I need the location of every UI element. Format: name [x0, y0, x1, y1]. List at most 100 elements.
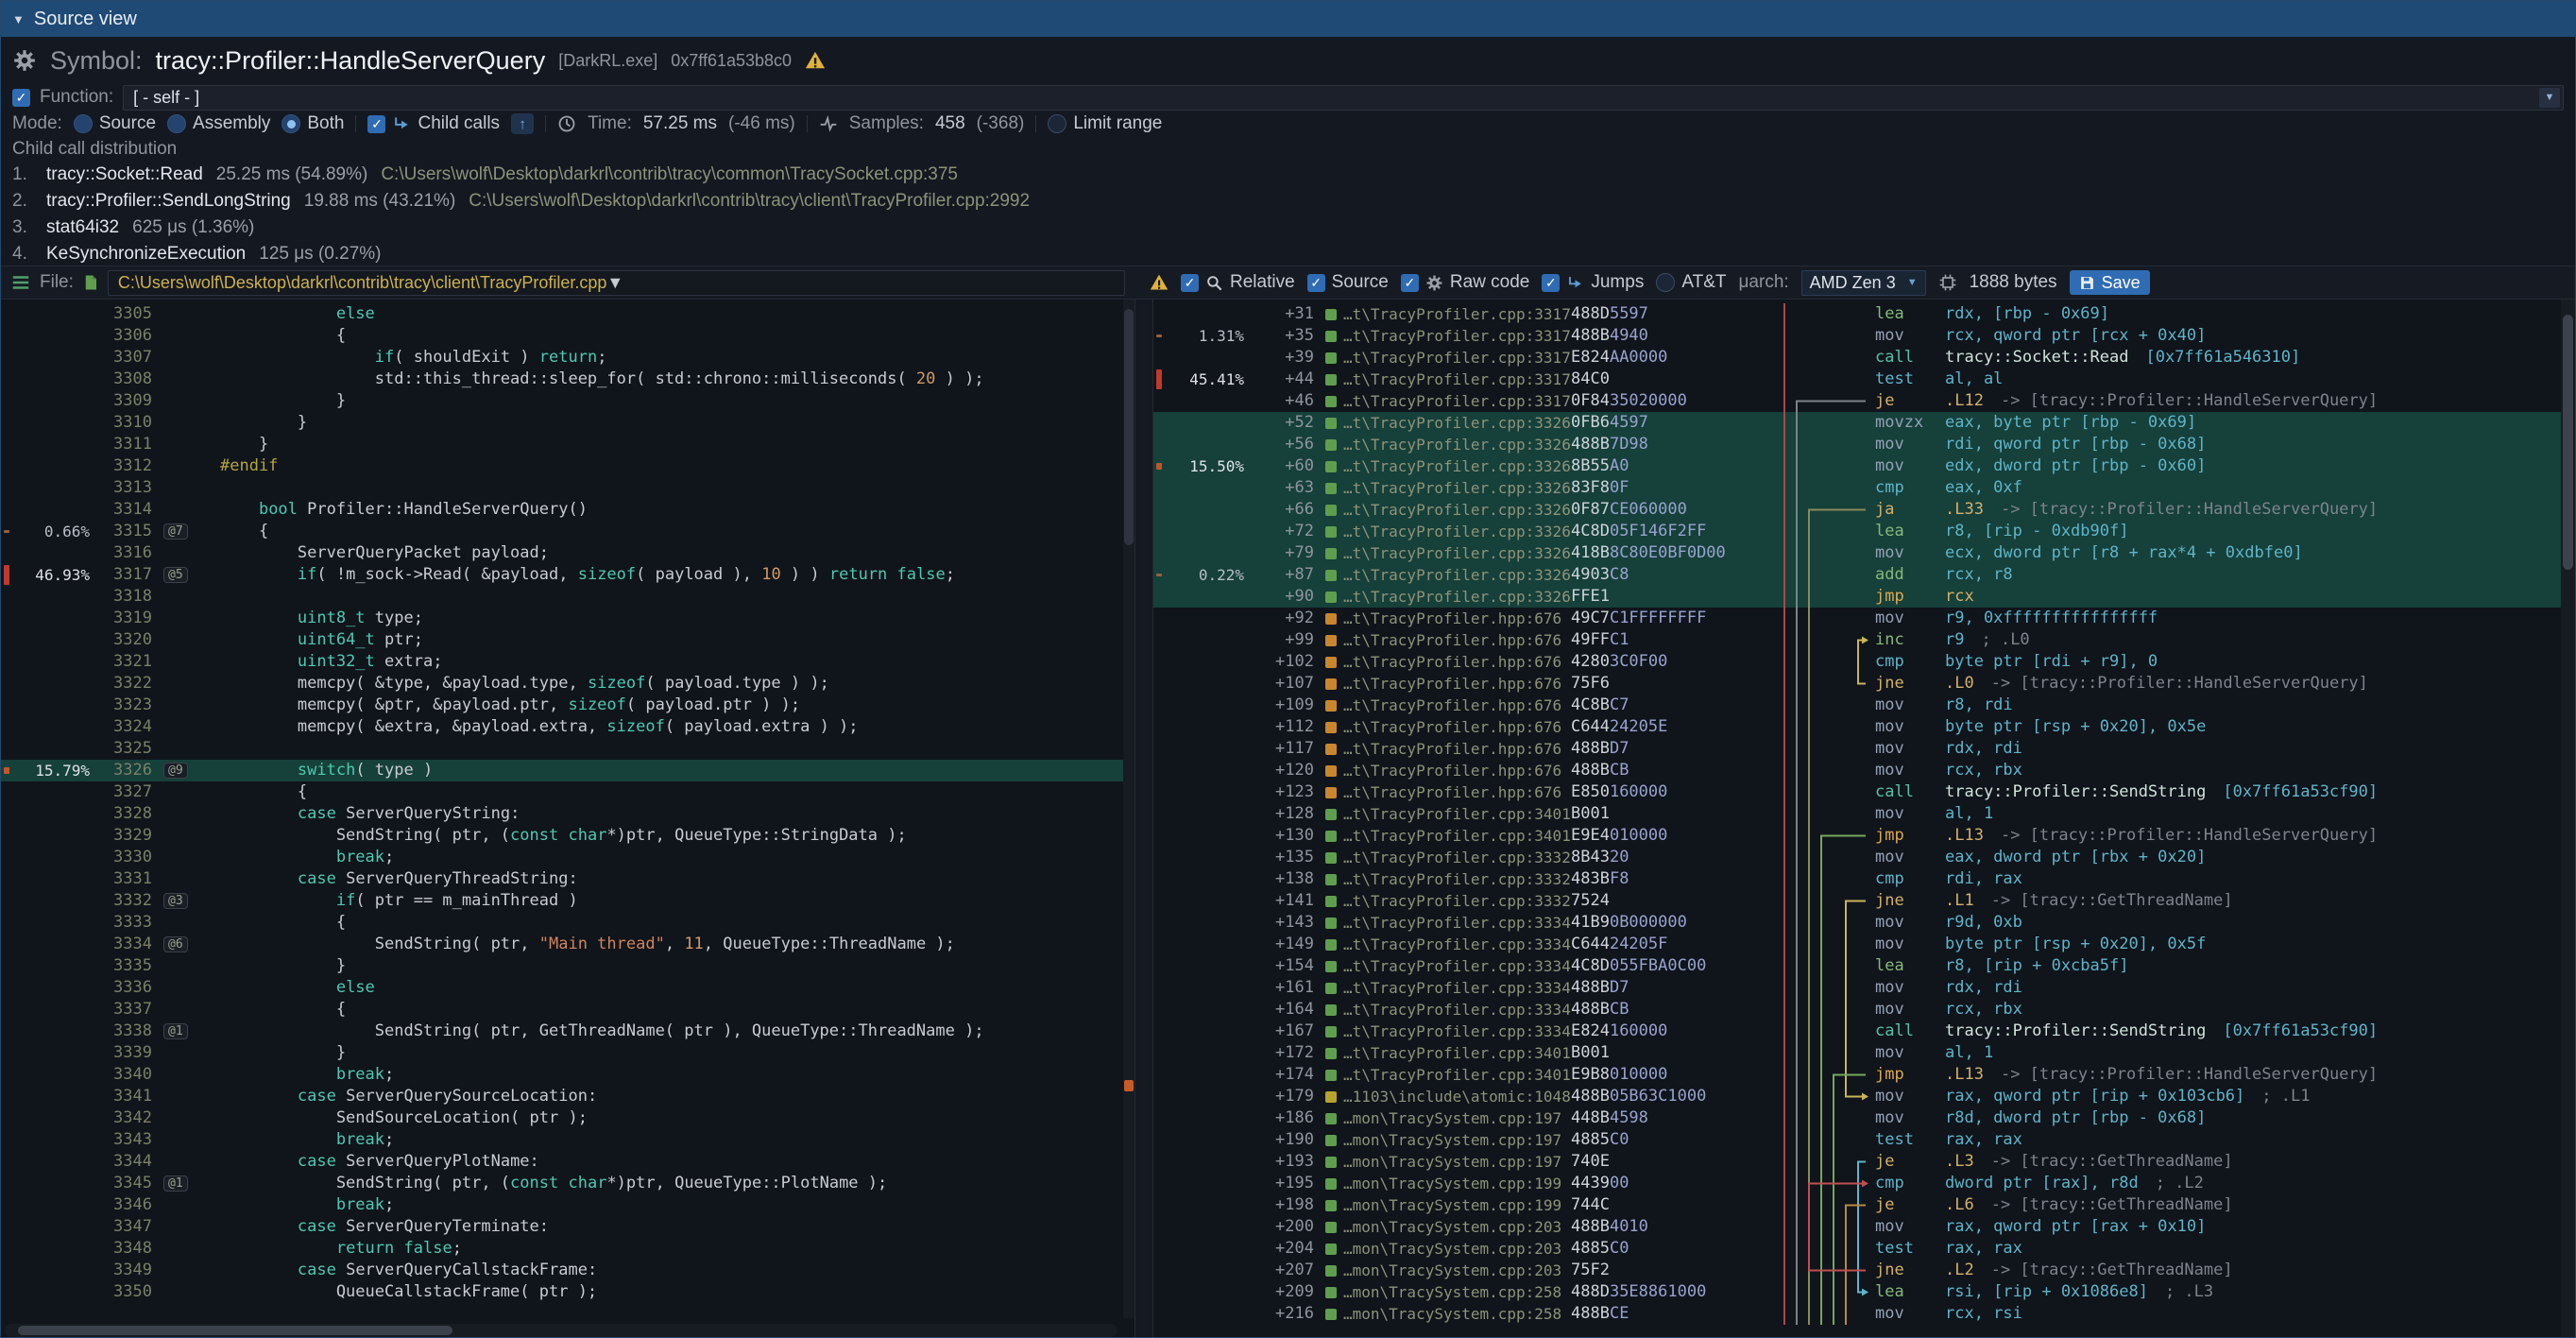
source-line[interactable]: 3313 [1, 477, 1134, 499]
source-file-icon [1325, 309, 1337, 320]
source-line[interactable]: 3324 memcpy( &extra, &payload.extra, siz… [1, 716, 1134, 738]
go-to-parent-button[interactable]: ↑ [511, 113, 534, 134]
source-line[interactable]: 3329 SendString( ptr, (const char*)ptr, … [1, 825, 1134, 847]
source-file-icon [1325, 1113, 1337, 1124]
source-line[interactable]: 3308 std::this_thread::sleep_for( std::c… [1, 369, 1134, 390]
source-line[interactable]: 3332@3 if( ptr == m_mainThread ) [1, 890, 1134, 912]
line-number: 3348 [95, 1238, 163, 1260]
mode-radio-assembly[interactable]: Assembly [167, 113, 270, 134]
source-line[interactable]: 3334@6 SendString( ptr, "Main thread", 1… [1, 934, 1134, 955]
mode-radio-both[interactable]: Both [281, 113, 344, 134]
sample-percent: 1.31% [1153, 325, 1252, 347]
child-call-row[interactable]: 4.KeSynchronizeExecution125 μs (0.27%) [12, 241, 2564, 266]
file-path-select[interactable]: C:\Users\wolf\Desktop\darkrl\contrib\tra… [108, 270, 1125, 296]
function-checkbox[interactable]: ✓ [12, 89, 30, 107]
window-vertical-scrollbar[interactable] [2561, 300, 2575, 1338]
source-line[interactable]: 3330 break; [1, 847, 1134, 868]
collapse-icon[interactable]: ▼ [12, 12, 25, 26]
source-line[interactable]: 3347 case ServerQueryTerminate: [1, 1216, 1134, 1238]
chevron-down-icon[interactable]: ▼ [606, 273, 623, 293]
source-line[interactable]: 3350 QueueCallstackFrame( ptr ); [1, 1281, 1134, 1303]
source-line[interactable]: 3340 break; [1, 1064, 1134, 1086]
source-line[interactable]: 3344 case ServerQueryPlotName: [1, 1151, 1134, 1173]
child-calls-toggle[interactable]: ✓ Child calls [367, 113, 500, 134]
source-line[interactable]: 3312#endif [1, 455, 1134, 477]
source-line[interactable]: 15.79%3326@9 switch( type ) [1, 760, 1134, 781]
source-line[interactable]: 3343 break; [1, 1129, 1134, 1151]
source-line[interactable]: 3335 } [1, 955, 1134, 977]
line-badge [163, 608, 220, 629]
chevron-down-icon[interactable]: ▼ [2539, 88, 2560, 108]
file-list-icon[interactable] [10, 272, 31, 293]
save-button[interactable]: Save [2070, 270, 2150, 295]
scrollbar-thumb[interactable] [18, 1326, 452, 1335]
child-call-row[interactable]: 2.tracy::Profiler::SendLongString19.88 m… [12, 188, 2564, 214]
source-line[interactable]: 3327 { [1, 781, 1134, 803]
source-line[interactable]: 3328 case ServerQueryString: [1, 803, 1134, 825]
scrollbar-thumb[interactable] [1124, 309, 1134, 545]
source-horizontal-scrollbar[interactable] [5, 1324, 1117, 1337]
pane-divider[interactable] [1135, 300, 1152, 1338]
asm-operands: rax, rax [1945, 1238, 2561, 1260]
child-call-row[interactable]: 1.tracy::Socket::Read25.25 ms (54.89%)C:… [12, 162, 2564, 188]
source-line[interactable]: 46.93%3317@5 if( !m_sock->Read( &payload… [1, 564, 1134, 586]
asm-note: -> [tracy::Profiler::HandleServerQuery] [2001, 500, 2378, 519]
source-line[interactable]: 3325 [1, 738, 1134, 760]
source-toggle[interactable]: ✓ Source [1307, 272, 1389, 293]
relative-toggle[interactable]: ✓ Relative [1181, 272, 1295, 293]
source-vertical-scrollbar[interactable] [1123, 300, 1134, 1318]
scrollbar-thumb[interactable] [2563, 315, 2573, 570]
asm-note: -> [tracy::Profiler::HandleServerQuery] [2001, 1065, 2378, 1084]
source-line[interactable]: 3336 else [1, 977, 1134, 999]
source-line[interactable]: 3338@1 SendString( ptr, GetThreadName( p… [1, 1021, 1134, 1042]
source-line[interactable]: 3331 case ServerQueryThreadString: [1, 868, 1134, 890]
titlebar[interactable]: ▼ Source view [1, 1, 2575, 37]
source-code-text: ServerQueryPacket payload; [220, 542, 1134, 564]
source-line[interactable]: 3333 { [1, 912, 1134, 934]
relative-checkbox[interactable]: ✓ [1181, 274, 1199, 292]
jumps-toggle[interactable]: ✓ Jumps [1542, 272, 1644, 293]
source-line[interactable]: 3349 case ServerQueryCallstackFrame: [1, 1260, 1134, 1281]
content-panes: 3305 else3306 {3307 if( shouldExit ) ret… [1, 300, 2575, 1338]
child-call-row[interactable]: 3.stat64i32625 μs (1.36%) [12, 214, 2564, 241]
source-line[interactable]: 3346 break; [1, 1194, 1134, 1216]
raw-code-checkbox[interactable]: ✓ [1401, 274, 1419, 292]
source-line[interactable]: 3307 if( shouldExit ) return; [1, 347, 1134, 369]
source-line[interactable]: 3319 uint8_t type; [1, 608, 1134, 629]
asm-mnemonic: jne [1869, 673, 1945, 695]
source-line[interactable]: 3318 [1, 586, 1134, 608]
asm-location-text: …t\TracyProfiler.cpp:3326 [1343, 455, 1571, 477]
jumps-checkbox[interactable]: ✓ [1542, 274, 1560, 292]
source-line[interactable]: 3305 else [1, 303, 1134, 325]
asm-location: …t\TracyProfiler.hpp:676 [1325, 608, 1571, 629]
child-calls-checkbox[interactable]: ✓ [367, 115, 385, 133]
asm-operands-text: rdx, rdi [1945, 978, 2022, 997]
source-line[interactable]: 3316 ServerQueryPacket payload; [1, 542, 1134, 564]
source-line[interactable]: 3345@1 SendString( ptr, (const char*)ptr… [1, 1173, 1134, 1194]
source-line[interactable]: 3341 case ServerQuerySourceLocation: [1, 1086, 1134, 1107]
source-line[interactable]: 3323 memcpy( &ptr, &payload.ptr, sizeof(… [1, 695, 1134, 716]
limit-range-toggle[interactable]: Limit range [1048, 113, 1162, 134]
source-line[interactable]: 3320 uint64_t ptr; [1, 629, 1134, 651]
source-line[interactable]: 3348 return false; [1, 1238, 1134, 1260]
raw-code-toggle[interactable]: ✓ Raw code [1401, 272, 1530, 293]
source-line[interactable]: 3337 { [1, 999, 1134, 1021]
source-code: 3305 else3306 {3307 if( shouldExit ) ret… [1, 303, 1134, 1303]
source-line[interactable]: 3310 } [1, 412, 1134, 434]
function-select[interactable]: [ - self - ] ▼ [123, 85, 2564, 111]
source-line[interactable]: 3311 } [1, 434, 1134, 455]
att-toggle[interactable]: AT&T [1656, 272, 1726, 293]
source-line[interactable]: 3314 bool Profiler::HandleServerQuery() [1, 499, 1134, 521]
line-badge [163, 455, 220, 477]
source-line[interactable]: 3342 SendSourceLocation( ptr ); [1, 1107, 1134, 1129]
source-line[interactable]: 0.66%3315@7 { [1, 521, 1134, 542]
mode-radio-source[interactable]: Source [74, 113, 156, 134]
source-checkbox[interactable]: ✓ [1307, 274, 1325, 292]
source-line[interactable]: 3321 uint32_t extra; [1, 651, 1134, 673]
uarch-select[interactable]: AMD Zen 3 ▼ [1801, 270, 1926, 296]
source-line[interactable]: 3309 } [1, 390, 1134, 412]
source-file-icon [1325, 874, 1337, 885]
source-line[interactable]: 3339 } [1, 1042, 1134, 1064]
source-line[interactable]: 3322 memcpy( &type, &payload.type, sizeo… [1, 673, 1134, 695]
source-line[interactable]: 3306 { [1, 325, 1134, 347]
